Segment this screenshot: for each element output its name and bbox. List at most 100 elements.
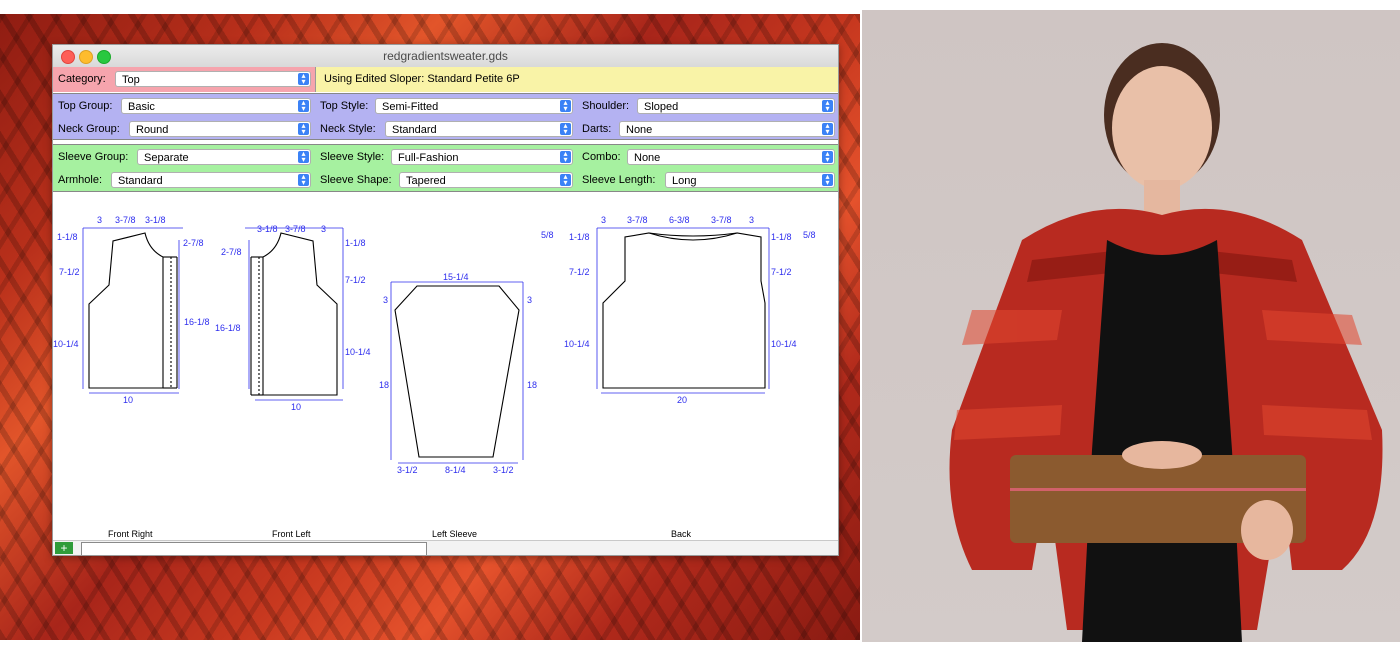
fl-top-dim-0: 3-1/8 — [257, 224, 278, 234]
chevron-updown-icon: ▴ ▾ — [298, 173, 309, 187]
chevron-updown-icon: ▴ ▾ — [822, 122, 833, 136]
status-field[interactable] — [81, 542, 427, 555]
category-select[interactable]: Top ▴ ▾ — [115, 71, 311, 87]
sl-left-top-dim: 3 — [383, 295, 388, 305]
sloper-text: Using Edited Sloper: Standard Petite 6P — [324, 73, 520, 85]
top-group-rows: Top Group: Basic ▴ ▾ Top Style: Semi-Fitt… — [53, 93, 838, 140]
bk-top-dim-1: 3-7/8 — [627, 215, 648, 225]
bk-left-dim-1: 1-1/8 — [569, 232, 590, 242]
category-select-value: Top — [122, 74, 140, 86]
sleeve-group-select[interactable]: Separate ▴ ▾ — [137, 149, 311, 165]
sleeve-shape-select[interactable]: Tapered ▴ ▾ — [399, 172, 573, 188]
sleeve-length-label: Sleeve Length: — [582, 174, 656, 186]
bk-top-dim-0: 3 — [601, 215, 606, 225]
bk-right-dim-1: 5/8 — [803, 230, 816, 240]
shoulder-label: Shoulder: — [582, 100, 630, 112]
shoulder-value: Sloped — [644, 101, 679, 113]
sleeve-length-value: Long — [672, 175, 697, 187]
model-illustration — [949, 43, 1383, 642]
neck-group-label: Neck Group: — [58, 123, 120, 135]
combo-select[interactable]: None ▴ ▾ — [627, 149, 835, 165]
sleeve-style-value: Full-Fashion — [398, 152, 459, 164]
chevron-updown-icon: ▴ ▾ — [822, 99, 833, 113]
sleeve-shape-value: Tapered — [406, 175, 446, 187]
darts-select[interactable]: None ▴ ▾ — [619, 121, 835, 137]
model-photo — [862, 10, 1400, 642]
fr-top-dim-0: 3 — [97, 215, 102, 225]
armhole-select[interactable]: Standard ▴ ▾ — [111, 172, 311, 188]
top-group-label: Top Group: — [58, 100, 113, 112]
bk-right-dim-0: 1-1/8 — [771, 232, 792, 242]
schematic-drawing: 3 3-7/8 3-1/8 1-1/8 7-1/2 10-1/4 2-7/8 1… — [53, 215, 816, 539]
top-style-select[interactable]: Semi-Fitted ▴ ▾ — [375, 98, 573, 114]
window-title: redgradientsweater.gds — [383, 49, 508, 63]
armhole-label: Armhole: — [58, 174, 103, 186]
fl-top-dim-2: 3 — [321, 224, 326, 234]
sleeve-length-select[interactable]: Long ▴ ▾ — [665, 172, 835, 188]
sleeve-group-value: Separate — [144, 152, 189, 164]
fr-left-dim-1: 7-1/2 — [59, 267, 80, 277]
sleeve-group-label: Sleeve Group: — [58, 151, 129, 163]
chevron-updown-icon: ▴ ▾ — [560, 150, 571, 164]
title-bar: redgradientsweater.gds — [53, 45, 838, 68]
sl-right-side-dim: 18 — [527, 380, 537, 390]
sl-bottom-dim-2: 3-1/2 — [493, 465, 514, 475]
bk-bottom-dim: 20 — [677, 395, 687, 405]
sleeve-style-select[interactable]: Full-Fashion ▴ ▾ — [391, 149, 573, 165]
sl-bottom-dim-0: 3-1/2 — [397, 465, 418, 475]
neck-group-select[interactable]: Round ▴ ▾ — [129, 121, 311, 137]
category-row: Category: Top ▴ ▾ Using Edited Sloper: St… — [53, 67, 838, 92]
chevron-updown-icon: ▴ ▾ — [298, 99, 309, 113]
sloper-panel: Using Edited Sloper: Standard Petite 6P — [316, 67, 838, 92]
fl-caption: Front Left — [272, 529, 311, 539]
darts-label: Darts: — [582, 123, 612, 135]
fl-right-dim-2: 10-1/4 — [345, 347, 371, 357]
neck-style-value: Standard — [392, 124, 437, 136]
sl-right-top-dim: 3 — [527, 295, 532, 305]
bk-right-dim-3: 10-1/4 — [771, 339, 797, 349]
fr-left-dim-0: 1-1/8 — [57, 232, 78, 242]
armhole-value: Standard — [118, 175, 163, 187]
darts-value: None — [626, 124, 653, 136]
fr-caption: Front Right — [108, 529, 153, 539]
sleeve-style-label: Sleeve Style: — [320, 151, 385, 163]
fr-right-dim-0: 2-7/8 — [183, 238, 204, 248]
chevron-updown-icon: ▴ ▾ — [560, 173, 571, 187]
sleeve-shape-label: Sleeve Shape: — [320, 174, 392, 186]
chevron-updown-icon: ▴ ▾ — [298, 150, 309, 164]
neck-style-label: Neck Style: — [320, 123, 376, 135]
chevron-updown-icon: ▴ ▾ — [298, 72, 309, 86]
fl-right-dim-1: 7-1/2 — [345, 275, 366, 285]
chevron-updown-icon: ▴ ▾ — [822, 173, 833, 187]
bk-top-dim-2: 6-3/8 — [669, 215, 690, 225]
fr-left-dim-2: 10-1/4 — [53, 339, 79, 349]
sl-caption: Left Sleeve — [432, 529, 477, 539]
bk-left-dim-3: 10-1/4 — [564, 339, 590, 349]
sl-left-side-dim: 18 — [379, 380, 389, 390]
fl-right-dim-0: 1-1/8 — [345, 238, 366, 248]
fr-bottom-dim: 10 — [123, 395, 133, 405]
combo-label: Combo: — [582, 151, 621, 163]
fl-left-dim-1: 16-1/8 — [215, 323, 241, 333]
shoulder-select[interactable]: Sloped ▴ ▾ — [637, 98, 835, 114]
top-group-select[interactable]: Basic ▴ ▾ — [121, 98, 311, 114]
fr-top-dim-2: 3-1/8 — [145, 215, 166, 225]
fl-bottom-dim: 10 — [291, 402, 301, 412]
fl-left-dim-0: 2-7/8 — [221, 247, 242, 257]
bk-top-dim-4: 3 — [749, 215, 754, 225]
fr-top-dim-1: 3-7/8 — [115, 215, 136, 225]
bk-left-dim-2: 7-1/2 — [569, 267, 590, 277]
sl-bottom-dim-1: 8-1/4 — [445, 465, 466, 475]
add-button[interactable]: + — [55, 542, 73, 554]
chevron-updown-icon: ▴ ▾ — [560, 122, 571, 136]
sleeve-group-rows: Sleeve Group: Separate ▴ ▾ Sleeve Style: … — [53, 144, 838, 192]
neck-group-value: Round — [136, 124, 169, 136]
bottom-bar: + — [53, 540, 838, 555]
bk-left-dim-0: 5/8 — [541, 230, 554, 240]
top-group-value: Basic — [128, 101, 155, 113]
neck-style-select[interactable]: Standard ▴ ▾ — [385, 121, 573, 137]
top-style-value: Semi-Fitted — [382, 101, 439, 113]
chevron-updown-icon: ▴ ▾ — [298, 122, 309, 136]
bk-right-dim-2: 7-1/2 — [771, 267, 792, 277]
bk-caption: Back — [671, 529, 692, 539]
